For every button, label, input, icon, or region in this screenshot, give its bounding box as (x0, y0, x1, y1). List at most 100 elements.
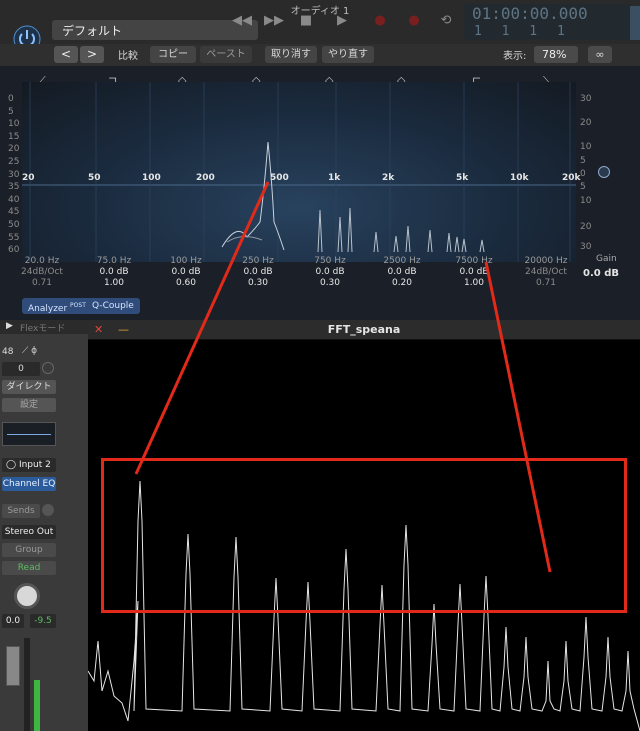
settings-button[interactable]: 設定 (2, 398, 56, 412)
direct-button[interactable]: ダイレクト (2, 380, 56, 394)
output-slot[interactable]: Stereo Out (2, 525, 56, 539)
undo-button[interactable]: 取り消す (265, 46, 317, 63)
gain-label: Gain (596, 254, 617, 264)
insert-slot-channel-eq[interactable]: Channel EQ (2, 477, 56, 491)
band-freq[interactable]: 20.0 Hz (12, 256, 72, 267)
eq-graph[interactable] (22, 82, 576, 262)
stop-icon[interactable]: ■ (294, 10, 318, 32)
band-freq[interactable]: 75.0 Hz (84, 256, 144, 267)
band-q[interactable]: 1.00 (444, 278, 504, 289)
band-column[interactable]: 7500 Hz 0.0 dB 1.00 (444, 256, 504, 289)
fft-titlebar[interactable]: ✕ — FFT_speana (88, 320, 640, 340)
zoom-select[interactable]: 78% (534, 46, 578, 63)
eq-thumbnail[interactable] (2, 422, 56, 446)
prev-preset-button[interactable]: < (54, 46, 78, 63)
curve-icon[interactable]: ⟋ ϕ (22, 346, 37, 356)
lcd-time: 01:00:00.000 (472, 4, 588, 23)
band-gain[interactable]: 0.0 dB (228, 267, 288, 278)
compare-button[interactable]: 比較 (118, 47, 138, 62)
play-icon[interactable]: ▶ (330, 10, 354, 32)
group-slot[interactable]: Group (2, 543, 56, 557)
eq-analyzer-curve (22, 82, 576, 262)
cycle-icon[interactable]: ⟲ (434, 10, 458, 32)
record-icon[interactable]: ● (368, 10, 392, 32)
db-tick-left: 20 (8, 144, 20, 155)
input-slot[interactable]: ◯ Input 2 (2, 458, 56, 472)
db-tick-left: 5 (8, 106, 14, 117)
db-tick-right: 5 (580, 156, 586, 166)
frequency-label: 50 (88, 173, 101, 183)
band-q[interactable]: 0.60 (156, 278, 216, 289)
band-gain[interactable]: 0.0 dB (444, 267, 504, 278)
frequency-label: 5k (456, 173, 469, 183)
band-freq[interactable]: 2500 Hz (372, 256, 432, 267)
q-couple-button[interactable]: Q-Couple (86, 298, 140, 314)
next-preset-button[interactable]: > (80, 46, 104, 63)
gain-handle[interactable] (598, 166, 610, 178)
band-freq[interactable]: 250 Hz (228, 256, 288, 267)
band-freq[interactable]: 100 Hz (156, 256, 216, 267)
automation-mode[interactable]: Read (2, 561, 56, 575)
link-button[interactable]: ∞ (588, 46, 612, 63)
preset-menu[interactable]: デフォルト ⌄ (52, 20, 258, 40)
db-tick-right: 30 (580, 94, 592, 104)
strip-header: ▶ Flexモード (0, 320, 88, 334)
send-knob-icon[interactable] (42, 504, 54, 516)
band-column[interactable]: 20.0 Hz 24dB/Oct 0.71 (12, 256, 72, 289)
frequency-label: 20k (562, 173, 581, 183)
band-q[interactable]: 0.71 (516, 278, 576, 289)
band-q[interactable]: 0.71 (12, 278, 72, 289)
band-column[interactable]: 75.0 Hz 0.0 dB 1.00 (84, 256, 144, 289)
db-tick-right: 30 (580, 242, 592, 252)
band-gain[interactable]: 0.0 dB (372, 267, 432, 278)
band-gain[interactable]: 0.0 dB (300, 267, 360, 278)
volume-readout: 0.0 (2, 614, 24, 628)
highlight-box (101, 458, 627, 613)
band-q[interactable]: 0.20 (372, 278, 432, 289)
band-freq[interactable]: 20000 Hz (516, 256, 576, 267)
link-icon: ∞ (595, 48, 605, 61)
delay-field[interactable]: 0 (2, 362, 40, 376)
db-tick-right: 10 (580, 142, 592, 152)
forward-icon[interactable]: ▶▶ (262, 10, 286, 32)
zoom-value: 78% (542, 48, 567, 61)
band-gain[interactable]: 24dB/Oct (12, 267, 72, 278)
band-q[interactable]: 0.30 (300, 278, 360, 289)
copy-button[interactable]: コピー (150, 46, 196, 63)
band-column[interactable]: 250 Hz 0.0 dB 0.30 (228, 256, 288, 289)
play-small-icon[interactable]: ▶ (6, 321, 13, 331)
rewind-icon[interactable]: ◀◀ (230, 10, 254, 32)
db-tick-left: 15 (8, 131, 20, 142)
band-column[interactable]: 750 Hz 0.0 dB 0.30 (300, 256, 360, 289)
frequency-label: 500 (270, 173, 289, 183)
band-freq[interactable]: 7500 Hz (444, 256, 504, 267)
db-tick-left: 35 (8, 182, 20, 193)
db-tick-left: 10 (8, 119, 20, 130)
frequency-label: 10k (510, 173, 529, 183)
view-label: 表示: (503, 51, 527, 62)
band-column[interactable]: 2500 Hz 0.0 dB 0.20 (372, 256, 432, 289)
db-tick-right: 5 (580, 182, 586, 192)
band-gain[interactable]: 0.0 dB (84, 267, 144, 278)
volume-fader[interactable] (6, 646, 20, 686)
redo-button[interactable]: やり直す (322, 46, 374, 63)
paste-button[interactable]: ペースト (200, 46, 252, 63)
record-alt-icon[interactable]: ● (402, 10, 426, 32)
band-column[interactable]: 20000 Hz 24dB/Oct 0.71 (516, 256, 576, 289)
knob-small-icon[interactable] (42, 362, 54, 374)
frequency-label: 20 (22, 173, 35, 183)
band-q[interactable]: 0.30 (228, 278, 288, 289)
db-tick-left: 55 (8, 232, 20, 243)
band-column[interactable]: 100 Hz 0.0 dB 0.60 (156, 256, 216, 289)
pan-knob[interactable] (14, 583, 40, 609)
band-gain[interactable]: 24dB/Oct (516, 267, 576, 278)
sample-value: 48 (2, 347, 14, 357)
band-gain[interactable]: 0.0 dB (156, 267, 216, 278)
band-freq[interactable]: 750 Hz (300, 256, 360, 267)
analyzer-button[interactable]: Analyzer POST (22, 298, 92, 314)
gain-value[interactable]: 0.0 dB (583, 268, 619, 279)
flex-mode-label: Flexモード (20, 324, 66, 334)
db-tick-left: 40 (8, 194, 20, 205)
db-tick-left: 50 (8, 220, 20, 230)
band-q[interactable]: 1.00 (84, 278, 144, 289)
